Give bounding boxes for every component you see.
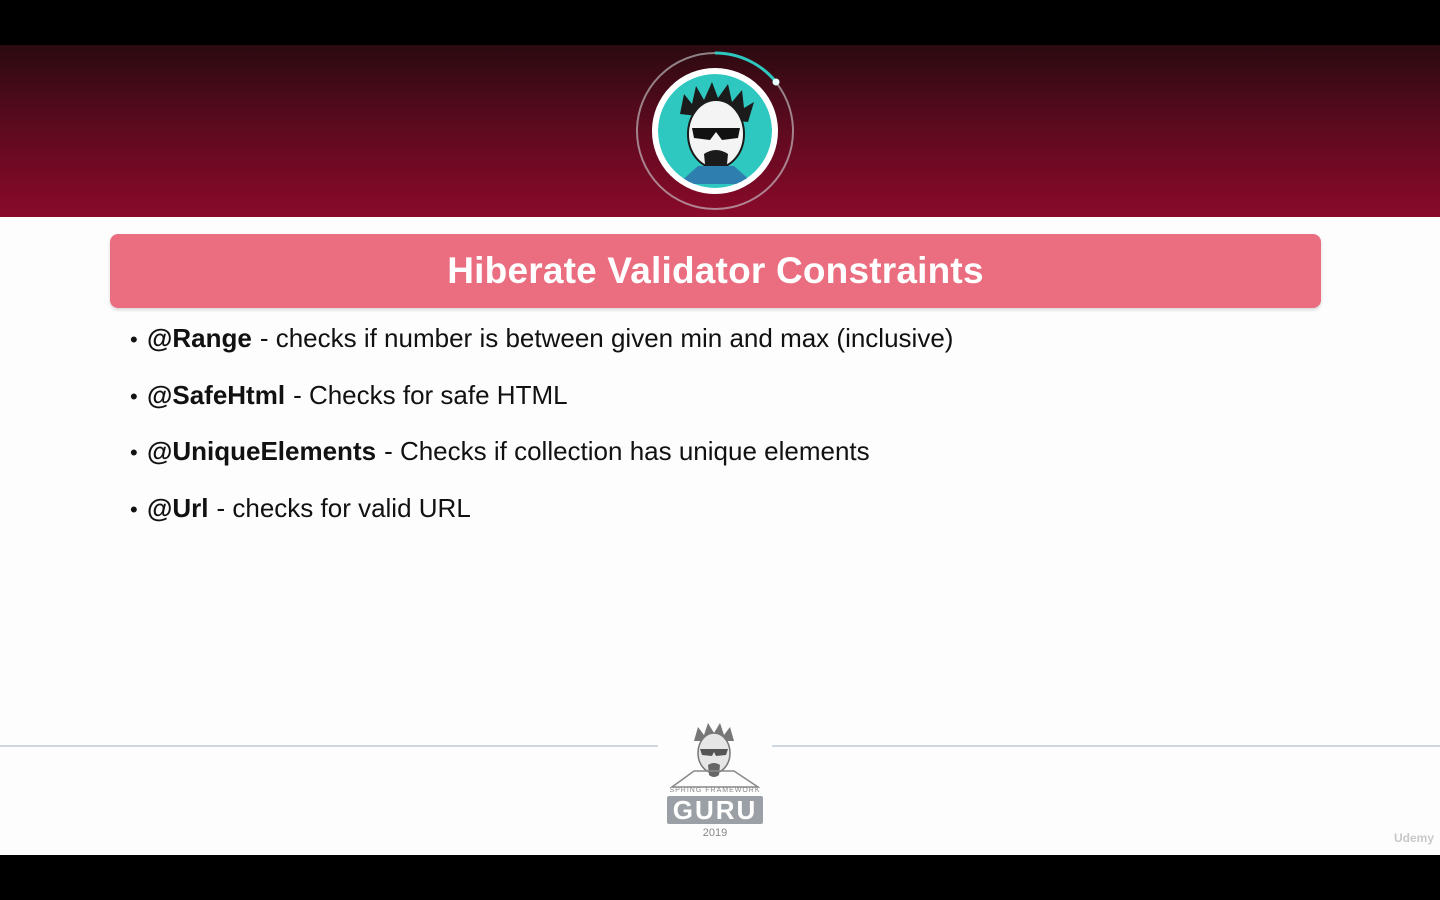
annotation-description: - Checks for safe HTML: [293, 379, 568, 410]
bullet-list: • @Range - checks if number is between g…: [130, 323, 953, 549]
slide-header: [0, 45, 1440, 217]
logo-tagline: SPRING FRAMEWORK: [669, 787, 761, 794]
title-bar: Hiberate Validator Constraints: [110, 234, 1321, 308]
udemy-logo-icon: Udemy: [1394, 831, 1434, 845]
guru-face-icon: [669, 723, 761, 788]
list-item: • @UniqueElements - Checks if collection…: [130, 436, 953, 493]
annotation-name: @SafeHtml: [147, 379, 286, 410]
annotation-name: @Range: [147, 323, 252, 353]
annotation-description: - checks if number is between given min …: [259, 323, 954, 353]
bullet-dot: •: [130, 496, 138, 522]
avatar: [652, 68, 778, 194]
logo-year: 2019: [702, 827, 728, 839]
watermark-text: Udemy: [1393, 831, 1434, 845]
video-frame: Hiberate Validator Constraints • @Range …: [0, 0, 1440, 900]
annotation-description: - checks for valid URL: [216, 492, 471, 523]
footer-divider-left: [0, 745, 658, 747]
guru-logo-icon: SPRING FRAMEWORK GURU 2019: [664, 721, 766, 843]
list-item: • @Range - checks if number is between g…: [130, 323, 953, 380]
bullet-dot: •: [130, 383, 138, 409]
annotation-name: @Url: [147, 492, 209, 523]
logo-wordmark: GURU: [667, 795, 763, 825]
annotation-name: @UniqueElements: [147, 436, 377, 466]
presenter-avatar-icon: [634, 50, 796, 212]
annotation-description: - Checks if collection has unique elemen…: [384, 436, 870, 466]
list-item: • @SafeHtml - Checks for safe HTML: [130, 380, 953, 437]
presenter-face-icon: [678, 82, 754, 184]
bullet-dot: •: [130, 327, 138, 352]
slide-title: Hiberate Validator Constraints: [447, 250, 984, 291]
list-item: • @Url - checks for valid URL: [130, 493, 953, 550]
bullet-dot: •: [130, 440, 138, 465]
footer-divider-right: [772, 745, 1440, 747]
slide: Hiberate Validator Constraints • @Range …: [0, 45, 1440, 855]
